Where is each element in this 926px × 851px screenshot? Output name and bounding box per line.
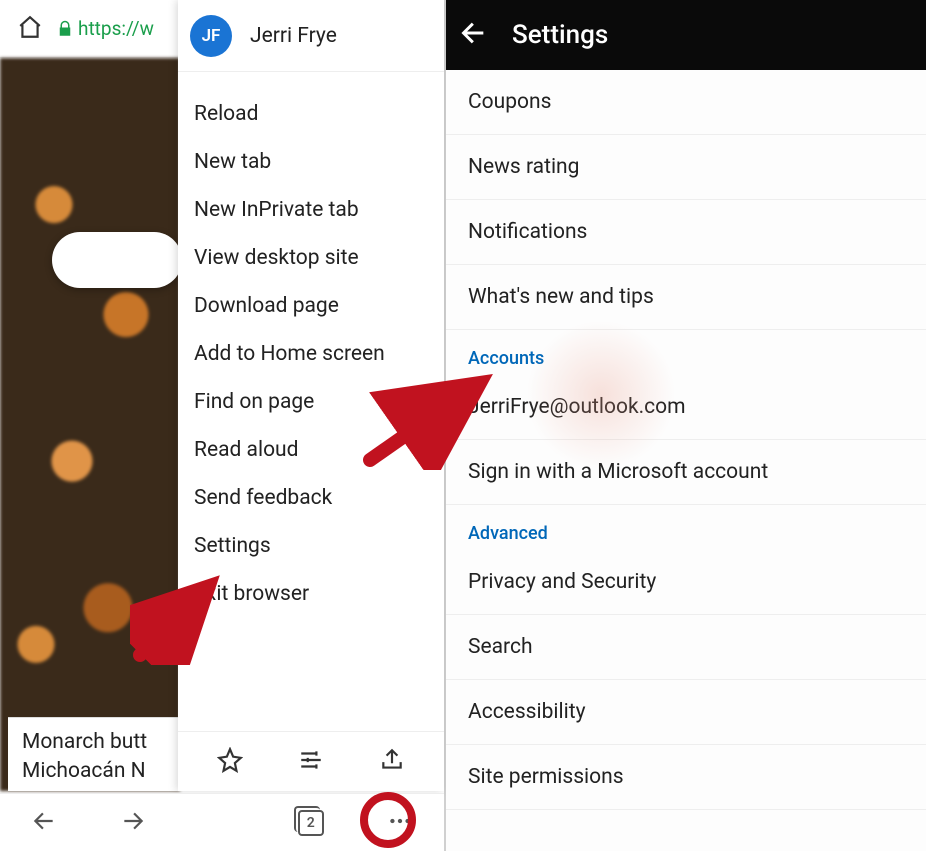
menu-item-send-feedback[interactable]: Send feedback [178,474,444,522]
settings-list: Coupons News rating Notifications What's… [446,70,926,810]
menu-item-new-tab[interactable]: New tab [178,138,444,186]
browser-screen: https://w Monarch butt Michoacán N JF Je… [0,0,446,851]
settings-screen: Settings Coupons News rating Notificatio… [446,0,926,851]
lock-icon [56,20,74,38]
setting-coupons[interactable]: Coupons [446,70,926,135]
setting-account-email[interactable]: JerriFrye@outlook.com [446,375,926,440]
menu-item-find-on-page[interactable]: Find on page [178,378,444,426]
setting-privacy-security[interactable]: Privacy and Security [446,550,926,615]
news-caption: Monarch butt Michoacán N [8,717,178,791]
menu-item-new-inprivate[interactable]: New InPrivate tab [178,186,444,234]
setting-search[interactable]: Search [446,615,926,680]
caption-line-2: Michoacán N [22,757,164,785]
caption-line-1: Monarch butt [22,728,164,756]
menu-item-download-page[interactable]: Download page [178,282,444,330]
settings-header: Settings [446,0,926,70]
menu-items: Reload New tab New InPrivate tab View de… [178,72,444,731]
profile-row[interactable]: JF Jerri Frye [178,0,444,72]
home-button[interactable] [10,14,50,44]
setting-site-permissions[interactable]: Site permissions [446,745,926,810]
profile-name: Jerri Frye [250,24,337,48]
arrow-left-icon [31,808,57,834]
setting-notifications[interactable]: Notifications [446,200,926,265]
settings-back-button[interactable] [460,19,488,51]
page-search-box[interactable] [52,232,182,288]
arrow-right-icon [120,808,146,834]
avatar: JF [190,15,232,57]
tabs-button[interactable]: 2 [298,810,324,836]
settings-sliders-button[interactable] [298,747,324,777]
arrow-left-icon [460,19,488,47]
section-advanced: Advanced [446,505,926,550]
home-icon [17,14,43,40]
setting-accessibility[interactable]: Accessibility [446,680,926,745]
share-icon [379,747,405,773]
star-icon [217,747,243,773]
nav-forward-button[interactable] [120,808,146,838]
share-button[interactable] [379,747,405,777]
menu-item-exit-browser[interactable]: Exit browser [178,570,444,618]
setting-whats-new[interactable]: What's new and tips [446,265,926,330]
settings-title: Settings [512,20,608,50]
favorite-button[interactable] [217,747,243,777]
page-background [0,58,180,791]
menu-item-settings[interactable]: Settings [178,522,444,570]
url-text: https://w [78,17,154,40]
bottom-nav: 2 [0,793,444,851]
menu-item-reload[interactable]: Reload [178,90,444,138]
tabs-icon: 2 [298,810,324,836]
setting-news-rating[interactable]: News rating [446,135,926,200]
sliders-icon [298,747,324,773]
section-accounts: Accounts [446,330,926,375]
overflow-menu: JF Jerri Frye Reload New tab New InPriva… [178,0,444,791]
overflow-button[interactable] [387,808,413,838]
menu-bottom-bar [178,731,444,791]
menu-item-add-home[interactable]: Add to Home screen [178,330,444,378]
menu-item-read-aloud[interactable]: Read aloud [178,426,444,474]
menu-item-desktop-site[interactable]: View desktop site [178,234,444,282]
setting-sign-in-msa[interactable]: Sign in with a Microsoft account [446,440,926,505]
more-icon [387,808,413,834]
nav-back-button[interactable] [31,808,57,838]
